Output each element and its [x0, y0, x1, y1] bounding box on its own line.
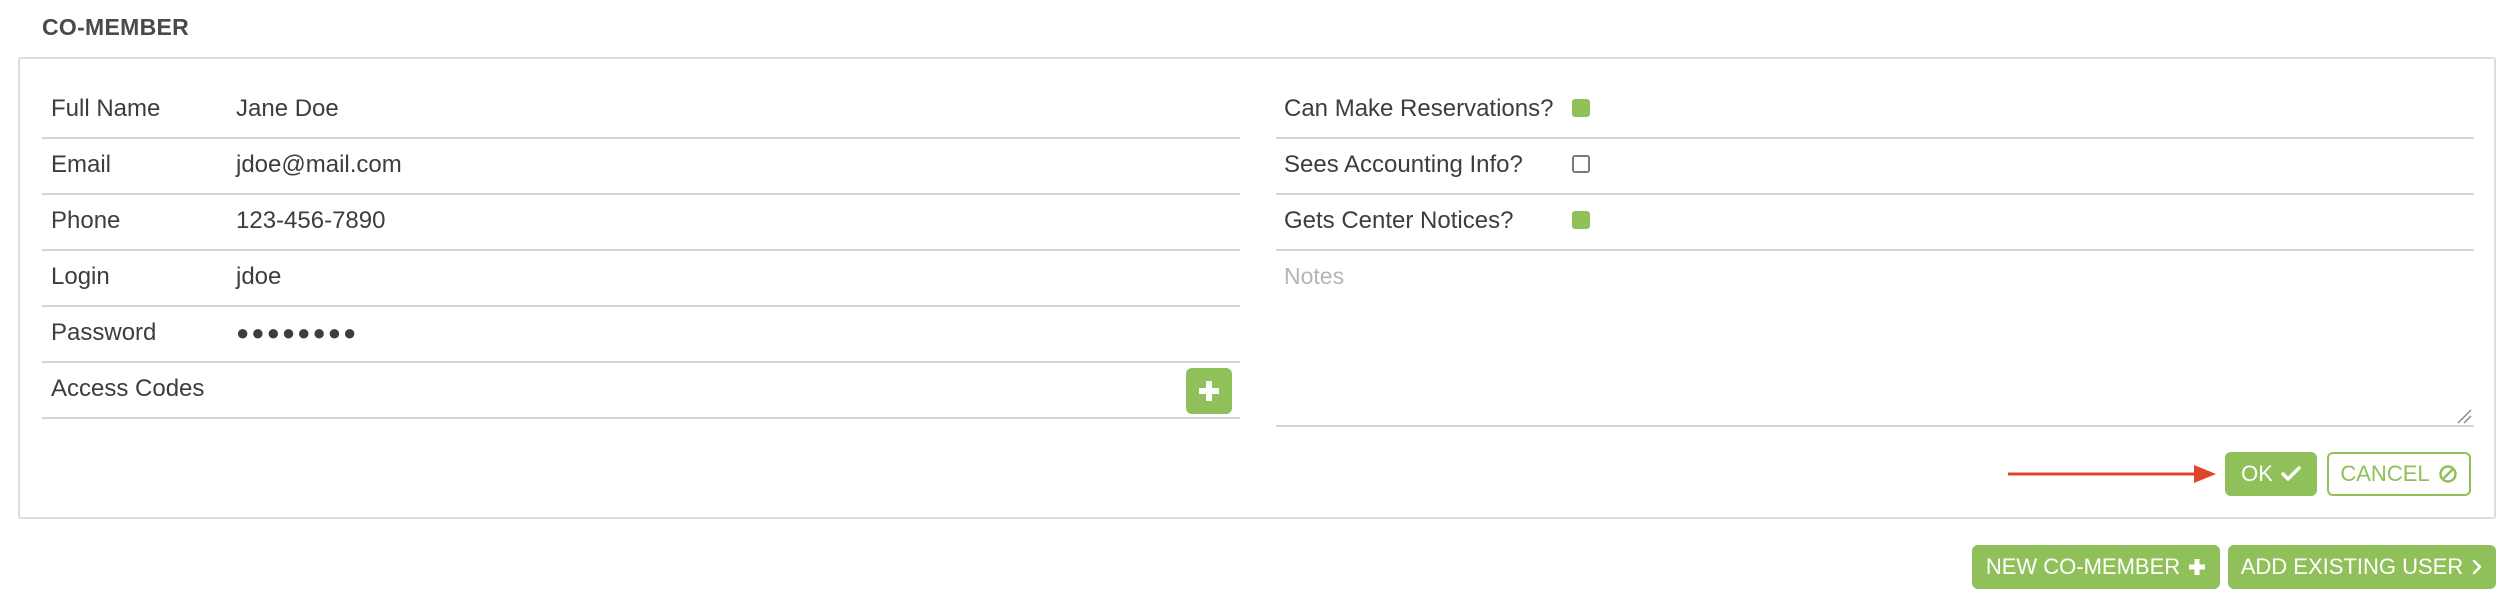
notes-textarea[interactable]: [1276, 253, 2474, 427]
access-codes-row: Access Codes: [42, 363, 1240, 419]
member-fields: Full Name Jane Doe Email jdoe@mail.com P…: [42, 83, 1240, 419]
gets-center-notices-label: Gets Center Notices?: [1284, 207, 1514, 234]
new-co-member-button[interactable]: NEW CO-MEMBER: [1972, 545, 2220, 589]
check-icon: [2281, 466, 2301, 482]
plus-icon: [1198, 380, 1220, 402]
sees-accounting-info-checkbox[interactable]: [1572, 155, 1590, 173]
gets-center-notices-row: Gets Center Notices?: [1276, 195, 2474, 251]
sees-accounting-info-label: Sees Accounting Info?: [1284, 151, 1523, 178]
login-row: Login jdoe: [42, 251, 1240, 307]
access-codes-label: Access Codes: [51, 375, 205, 402]
phone-label: Phone: [51, 207, 121, 234]
can-make-reservations-label: Can Make Reservations?: [1284, 95, 1554, 122]
resize-grip-icon[interactable]: [2456, 408, 2472, 424]
can-make-reservations-row: Can Make Reservations?: [1276, 83, 2474, 139]
annotation-arrow-icon: [2008, 465, 2216, 483]
plus-icon: [2188, 558, 2206, 576]
full-name-row: Full Name Jane Doe: [42, 83, 1240, 139]
permissions: Can Make Reservations? Sees Accounting I…: [1276, 83, 2474, 251]
add-existing-user-button[interactable]: ADD EXISTING USER: [2228, 545, 2496, 589]
add-access-code-button[interactable]: [1186, 368, 1232, 414]
password-row: Password ●●●●●●●●: [42, 307, 1240, 363]
phone-row: Phone 123-456-7890: [42, 195, 1240, 251]
full-name-label: Full Name: [51, 95, 161, 122]
gets-center-notices-checkbox[interactable]: [1572, 211, 1590, 229]
can-make-reservations-checkbox[interactable]: [1572, 99, 1590, 117]
ok-button-label: OK: [2241, 461, 2273, 486]
email-label: Email: [51, 151, 112, 178]
login-field[interactable]: jdoe: [236, 263, 281, 291]
email-field[interactable]: jdoe@mail.com: [236, 151, 402, 179]
new-co-member-label: NEW CO-MEMBER: [1985, 554, 2181, 579]
full-name-field[interactable]: Jane Doe: [236, 95, 339, 123]
password-label: Password: [51, 319, 157, 346]
sees-accounting-info-row: Sees Accounting Info?: [1276, 139, 2474, 195]
ban-icon: [2438, 464, 2458, 484]
password-field[interactable]: ●●●●●●●●: [236, 320, 358, 346]
cancel-button[interactable]: CANCEL: [2327, 452, 2471, 496]
cancel-button-label: CANCEL: [2340, 461, 2430, 486]
phone-field[interactable]: 123-456-7890: [236, 207, 385, 235]
section-title: CO-MEMBER: [42, 14, 190, 40]
add-existing-user-label: ADD EXISTING USER: [2240, 554, 2464, 579]
email-row: Email jdoe@mail.com: [42, 139, 1240, 195]
chevron-right-icon: [2471, 558, 2483, 576]
ok-button[interactable]: OK: [2225, 452, 2317, 496]
login-label: Login: [51, 263, 110, 290]
